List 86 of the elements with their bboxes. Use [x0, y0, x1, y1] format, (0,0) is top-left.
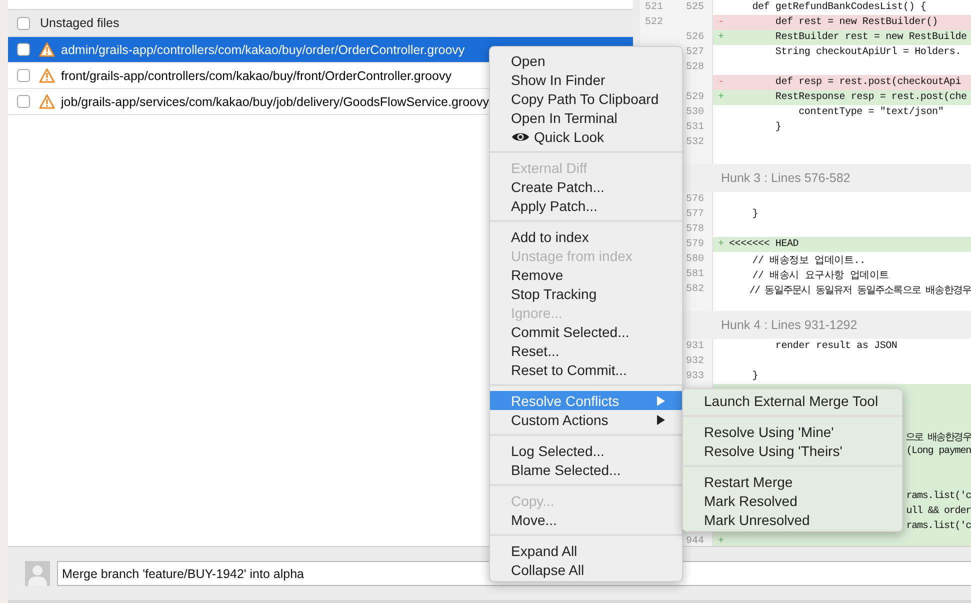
code-fragment: rams.list('c — [906, 521, 971, 532]
menu-item[interactable]: Launch External Merge Tool — [683, 391, 902, 410]
line-number: 582 — [686, 284, 706, 295]
code-line: RestResponse resp = rest.post(che — [774, 92, 967, 103]
line-number: 577 — [686, 209, 706, 220]
line-number: 531 — [686, 122, 706, 133]
checkbox[interactable] — [17, 43, 30, 56]
diff-marker: - — [717, 77, 726, 88]
menu-item[interactable]: Restart Merge — [683, 472, 902, 491]
menu-item[interactable]: Mark Resolved — [683, 491, 902, 510]
avatar-icon — [25, 561, 50, 586]
menu-item[interactable]: Quick Look — [490, 127, 682, 146]
warning-icon — [39, 42, 55, 57]
menu-item[interactable]: Create Patch... — [490, 177, 682, 196]
line-number: 579 — [686, 239, 706, 250]
line-number: 528 — [686, 62, 706, 73]
code-line: <<<<<<< HEAD — [729, 239, 799, 250]
menu-item[interactable]: Commit Selected... — [490, 322, 682, 341]
code-fragment: ull && order — [906, 506, 971, 517]
menu-item[interactable]: Apply Patch... — [490, 196, 682, 215]
line-number: 932 — [686, 356, 706, 367]
hunk-title: Hunk 4 : Lines 931-1292 — [721, 318, 858, 332]
checkbox[interactable] — [17, 95, 30, 108]
code-line: } — [751, 371, 758, 382]
menu-item[interactable]: Add to index — [490, 227, 682, 246]
menu-item-label: Quick Look — [534, 128, 604, 144]
code-line: } — [751, 209, 758, 220]
line-number: 532 — [686, 137, 706, 148]
checkbox[interactable] — [17, 69, 30, 82]
code-fragment: rams.list('c — [906, 491, 971, 502]
menu-item[interactable]: Resolve Using 'Mine' — [683, 422, 902, 441]
line-number: 578 — [686, 224, 706, 235]
line-number: 522 — [644, 17, 664, 28]
code-fragment: (Long paymen — [906, 446, 971, 457]
line-number: 931 — [686, 341, 706, 352]
diff-marker: + — [717, 239, 726, 250]
line-number: 525 — [686, 2, 706, 13]
line-number: 521 — [644, 2, 664, 13]
line-number: 580 — [686, 254, 706, 265]
file-path: front/grails-app/controllers/com/kakao/buy/front/OrderController.groovy — [61, 68, 452, 82]
menu-item[interactable]: Stop Tracking — [490, 284, 682, 303]
file-path: job/grails-app/services/com/kakao/buy/job/delivery/GoodsFlowService.groovy — [61, 94, 489, 108]
code-line: def resp = rest.post(checkoutApi — [774, 77, 962, 88]
menu-item[interactable]: Move... — [490, 510, 682, 529]
diff-marker: + — [717, 32, 726, 43]
code-line: contentType = "text/json" — [798, 107, 944, 118]
line-number: 933 — [686, 371, 706, 382]
menu-item[interactable]: Resolve Using 'Theirs' — [683, 441, 902, 460]
diff-marker: + — [717, 536, 726, 546]
line-number: 529 — [686, 92, 706, 103]
line-number: 530 — [686, 107, 706, 118]
checkbox[interactable] — [17, 16, 30, 30]
menu-item[interactable]: Reset... — [490, 341, 682, 360]
menu-item[interactable]: Blame Selected... — [490, 460, 682, 479]
code-line: RestBuilder rest = new RestBuilde — [774, 32, 967, 43]
line-number: 576 — [686, 194, 706, 205]
menu-item[interactable]: Log Selected... — [490, 441, 682, 460]
code-line: render result as JSON — [774, 341, 898, 352]
code-line: def getRefundBankCodesList() { — [751, 2, 926, 13]
code-line: // 동일주문시 동일유저 동일주소록으로 배송한경우 — [748, 284, 971, 296]
code-fragment: 으로 배송한경우 — [905, 432, 971, 444]
line-number: 944 — [686, 536, 706, 546]
code-line: } — [774, 122, 782, 133]
code-line: // 배송시 요구사항 업데이트 — [751, 270, 890, 282]
line-number: 581 — [686, 269, 706, 280]
line-number: 526 — [686, 32, 706, 43]
code-line: def rest = new RestBuilder() — [774, 17, 938, 28]
menu-item[interactable]: Custom Actions — [490, 410, 682, 429]
file-path: admin/grails-app/controllers/com/kakao/buy/order/OrderController.groovy — [61, 42, 465, 56]
diff-marker: + — [717, 92, 726, 103]
menu-item[interactable]: Expand All — [490, 541, 682, 560]
menu-item[interactable]: Remove — [490, 265, 682, 284]
section-label: Unstaged files — [40, 16, 120, 30]
submenu-arrow-icon — [656, 394, 666, 406]
code-line: // 배송정보 업데이트.. — [751, 254, 866, 266]
diff-marker: - — [717, 17, 726, 28]
menu-item[interactable]: Collapse All — [490, 560, 682, 579]
menu-item[interactable]: Reset to Commit... — [490, 360, 682, 379]
warning-icon — [39, 68, 55, 83]
menu-item[interactable]: Mark Unresolved — [683, 510, 902, 529]
line-number: 527 — [686, 47, 706, 58]
warning-icon — [39, 94, 55, 109]
submenu-arrow-icon — [656, 414, 666, 426]
hunk-title: Hunk 3 : Lines 576-582 — [721, 171, 850, 185]
code-line: String checkoutApiUrl = Holders. — [774, 47, 962, 58]
eye-icon — [511, 130, 530, 142]
